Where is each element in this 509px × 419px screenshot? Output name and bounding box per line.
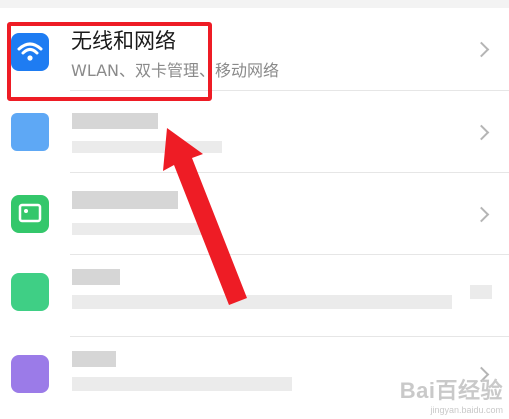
settings-screen: 无线和网络 WLAN、双卡管理、移动网络 Bai百经验 jingyan.baid… xyxy=(0,0,509,419)
annotation-arrow xyxy=(163,128,247,305)
watermark-sub: jingyan.baidu.com xyxy=(430,405,503,415)
watermark-main: Bai百经验 xyxy=(399,378,503,403)
watermark: Bai百经验 jingyan.baidu.com xyxy=(400,373,503,415)
